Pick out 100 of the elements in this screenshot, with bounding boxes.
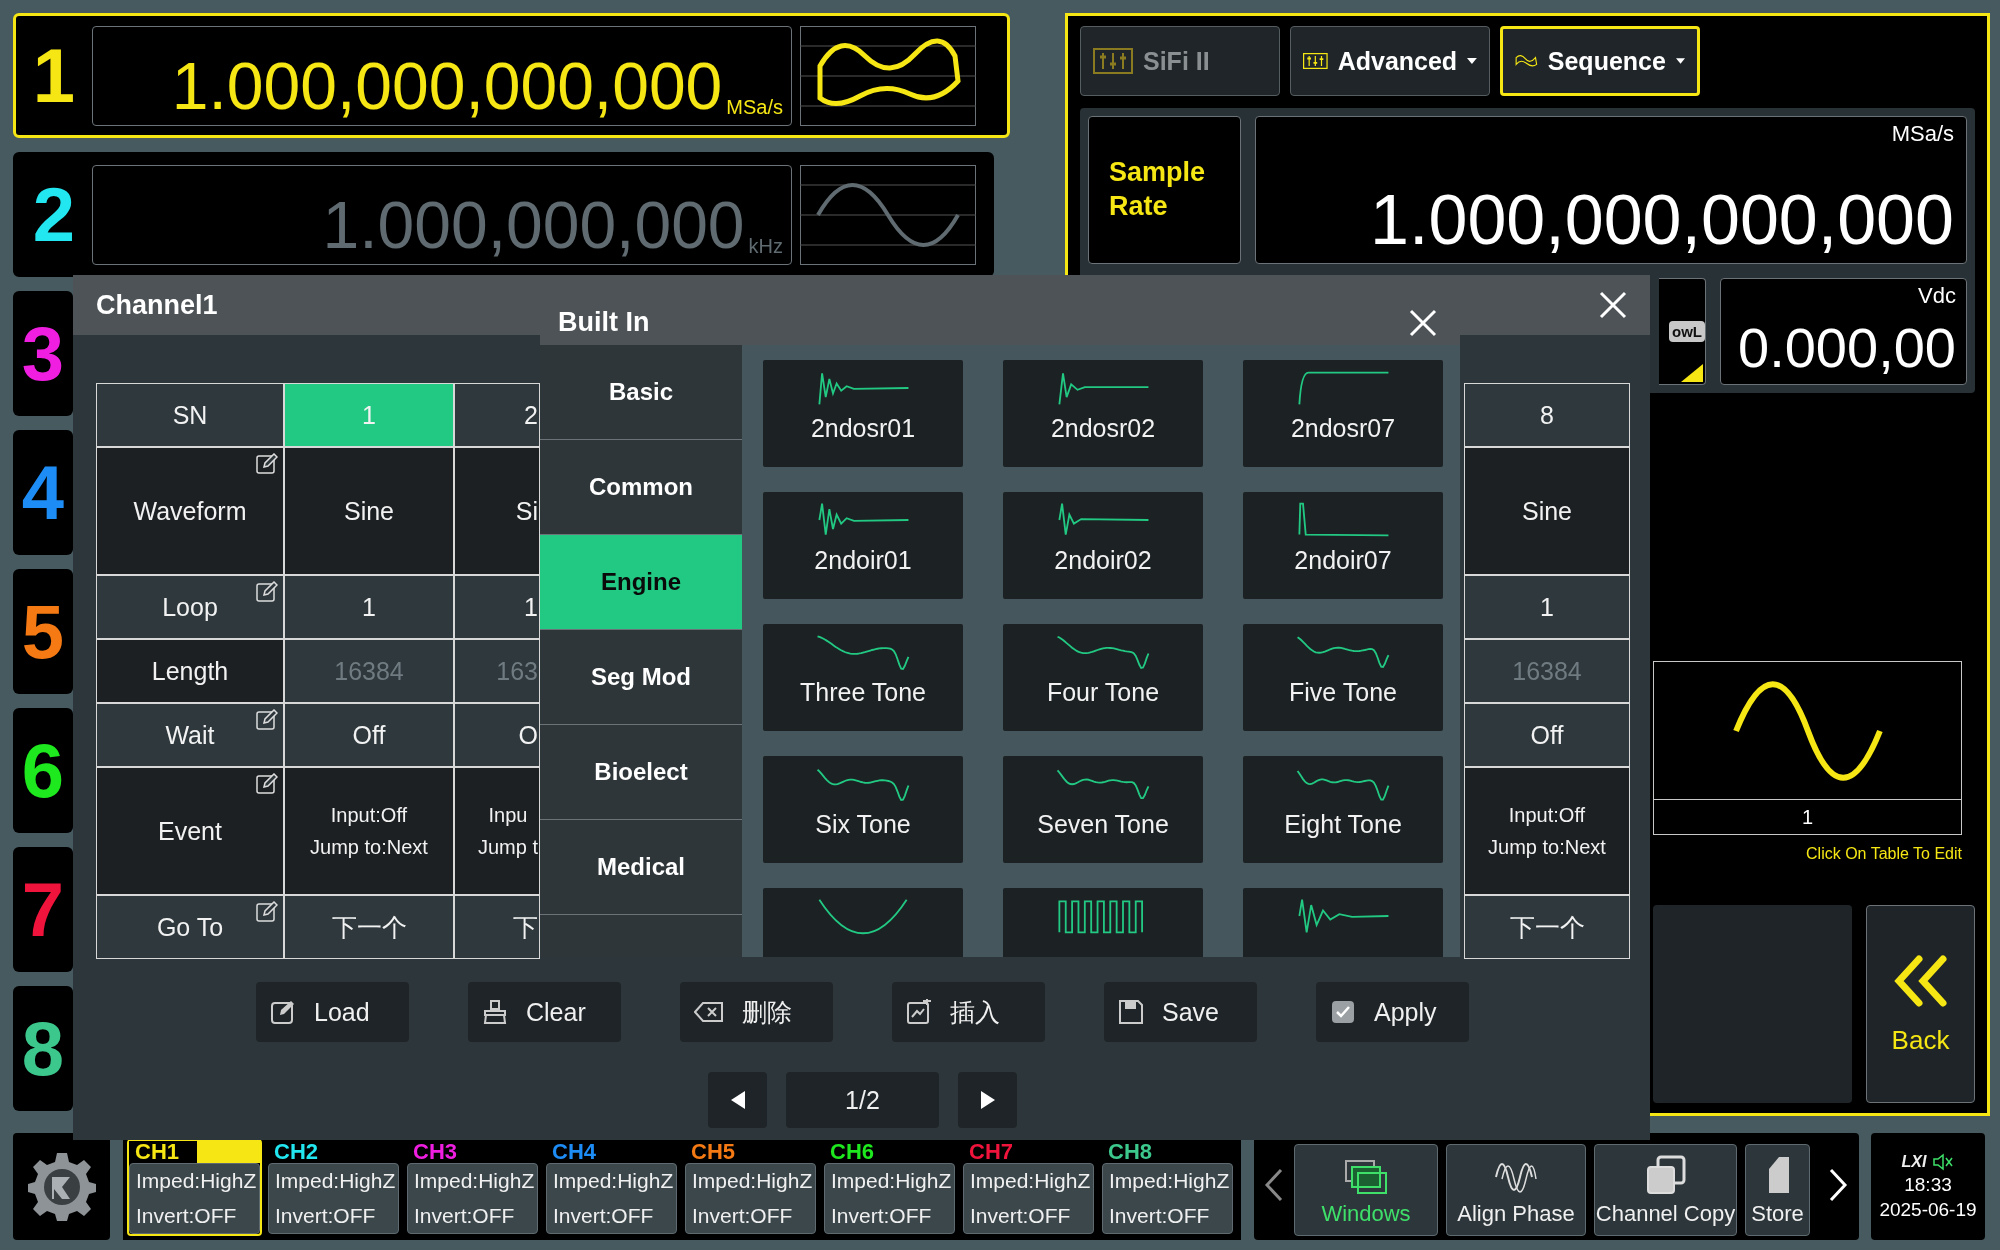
waveform-tile[interactable]: Six Tone <box>763 756 963 863</box>
segment-index: 1 <box>1653 800 1962 835</box>
table-cell[interactable]: 1 <box>1464 575 1630 639</box>
sliders-icon <box>1093 48 1133 74</box>
close-icon[interactable] <box>1408 307 1438 338</box>
sample-rate-label: Sample Rate <box>1109 156 1207 223</box>
channel-label: CH6 <box>829 1141 875 1163</box>
back-button[interactable]: Back <box>1866 905 1975 1103</box>
table-cell[interactable]: Sine <box>284 447 454 575</box>
table-cell[interactable]: 下一个 <box>1464 895 1630 959</box>
table-cell[interactable]: Input:Off Jump to:Next <box>284 767 454 895</box>
row-label[interactable]: Loop <box>96 575 284 639</box>
channel-button[interactable]: 4 <box>13 430 73 555</box>
waveform-tile[interactable]: Five Tone <box>1243 624 1443 731</box>
channel-label: CH7 <box>968 1141 1014 1163</box>
mode-tab[interactable]: Advanced <box>1290 26 1490 96</box>
value-display[interactable]: Vdc 0.000,00 <box>1720 278 1967 385</box>
action-button[interactable]: Load <box>256 982 409 1042</box>
channel-row[interactable]: 1 1.000,000,000,000 MSa/s <box>13 13 1010 138</box>
channel-label: CH4 <box>551 1141 597 1163</box>
waveform-tile[interactable]: 2ndoir07 <box>1243 492 1443 599</box>
edit-icon[interactable] <box>256 773 278 795</box>
channel-button[interactable]: 6 <box>13 708 73 833</box>
backspace-icon <box>694 999 724 1025</box>
toolbar-button[interactable]: Store <box>1745 1144 1810 1236</box>
mode-tab[interactable]: Sequence <box>1500 26 1700 96</box>
waveform-tile[interactable]: Four Tone <box>1003 624 1203 731</box>
category-item[interactable]: Medical <box>540 820 742 915</box>
channel-button[interactable]: 5 <box>13 569 73 694</box>
waveform-tile[interactable]: Eight Tone <box>1243 756 1443 863</box>
value-display[interactable]: 1.000,000,000,000 MSa/s <box>92 25 792 126</box>
unit-label: kHz <box>748 234 783 258</box>
toolbar-button[interactable]: Windows <box>1294 1144 1438 1236</box>
invert-text: Invert:OFF <box>414 1203 516 1228</box>
clock-time: 18:33 <box>1904 1173 1952 1196</box>
channel-button[interactable]: 3 <box>13 291 73 416</box>
value-display[interactable]: MSa/s 1.000,000,000,000 <box>1255 116 1967 264</box>
action-button[interactable]: 插入 <box>892 982 1045 1042</box>
waveform-tile[interactable]: Seven Tone <box>1003 756 1203 863</box>
channel-chip[interactable]: CH1 Imped:HighZ Invert:OFF <box>127 1139 262 1236</box>
table-cell[interactable]: 1 <box>454 575 540 639</box>
category-item[interactable]: Bioelect <box>540 725 742 820</box>
waveform-tile[interactable]: 2ndoir02 <box>1003 492 1203 599</box>
waveform-tile[interactable]: 2ndosr02 <box>1003 360 1203 467</box>
channel-number: 2 <box>32 176 76 253</box>
column-header[interactable]: 2 <box>454 383 540 447</box>
table-cell[interactable]: O <box>454 703 540 767</box>
table-cell[interactable]: Inpu Jump t <box>454 767 540 895</box>
waveform-preview[interactable] <box>1653 661 1962 800</box>
edit-icon[interactable] <box>256 453 278 475</box>
table-cell[interactable]: 1 <box>284 575 454 639</box>
row-label[interactable]: Go To <box>96 895 284 959</box>
channel-row[interactable]: 2 1.000,000,000 kHz <box>13 152 994 277</box>
page-indicator: 1/2 <box>786 1072 939 1128</box>
action-button[interactable]: Save <box>1104 982 1257 1042</box>
category-item[interactable]: Seg Mod <box>540 630 742 725</box>
offset-value: 0.000,00 <box>1738 320 1956 376</box>
parameter-panel[interactable]: owL <box>1659 278 1706 385</box>
waveform-tile[interactable]: 2ndosr01 <box>763 360 963 467</box>
waveform-tile[interactable]: Three Tone <box>763 624 963 731</box>
category-item[interactable]: Engine <box>540 535 742 630</box>
edit-icon[interactable] <box>256 901 278 923</box>
previous-page-button[interactable] <box>708 1072 767 1128</box>
channel-value: 1.000,000,000,000 <box>171 52 723 119</box>
edit-icon[interactable] <box>256 581 278 603</box>
toolbar-button[interactable]: Channel Copy <box>1594 1144 1737 1236</box>
row-label[interactable]: Event <box>96 767 284 895</box>
toolbar-button[interactable]: Align Phase <box>1446 1144 1586 1236</box>
row-label[interactable]: Waveform <box>96 447 284 575</box>
action-button[interactable]: Clear <box>468 982 621 1042</box>
table-cell[interactable]: Input:Off Jump to:Next <box>1464 767 1630 895</box>
edit-icon[interactable] <box>256 709 278 731</box>
windows-icon <box>1344 1159 1388 1195</box>
channel-number: 8 <box>21 1010 65 1087</box>
value-display[interactable]: 1.000,000,000 kHz <box>92 164 792 265</box>
channel-label: CH3 <box>412 1141 458 1163</box>
channel-button[interactable]: 8 <box>13 986 73 1111</box>
table-cell[interactable]: Off <box>1464 703 1630 767</box>
next-page-button[interactable] <box>958 1072 1017 1128</box>
waveform-tile[interactable]: 2ndoir01 <box>763 492 963 599</box>
action-button[interactable]: Apply <box>1316 982 1469 1042</box>
table-cell[interactable]: 下 <box>454 895 540 959</box>
action-button[interactable]: 删除 <box>680 982 833 1042</box>
channel-button[interactable]: 7 <box>13 847 73 972</box>
table-cell[interactable]: Si <box>454 447 540 575</box>
close-icon[interactable] <box>1598 290 1628 320</box>
table-cell[interactable]: Sine <box>1464 447 1630 575</box>
channel-number: 7 <box>21 871 65 948</box>
table-cell[interactable]: Off <box>284 703 454 767</box>
save-icon <box>1118 999 1144 1025</box>
channel-label: CH8 <box>1107 1141 1153 1163</box>
category-item[interactable]: Basic <box>540 345 742 440</box>
waveform-tile[interactable]: 2ndosr07 <box>1243 360 1443 467</box>
column-header[interactable]: 8 <box>1464 383 1630 447</box>
edit-icon <box>270 999 296 1025</box>
table-cell[interactable]: 下一个 <box>284 895 454 959</box>
row-label[interactable]: Wait <box>96 703 284 767</box>
channel-value: 1.000,000,000 <box>322 191 745 258</box>
copy-icon <box>1645 1155 1686 1195</box>
logo-panel[interactable] <box>13 1133 110 1240</box>
